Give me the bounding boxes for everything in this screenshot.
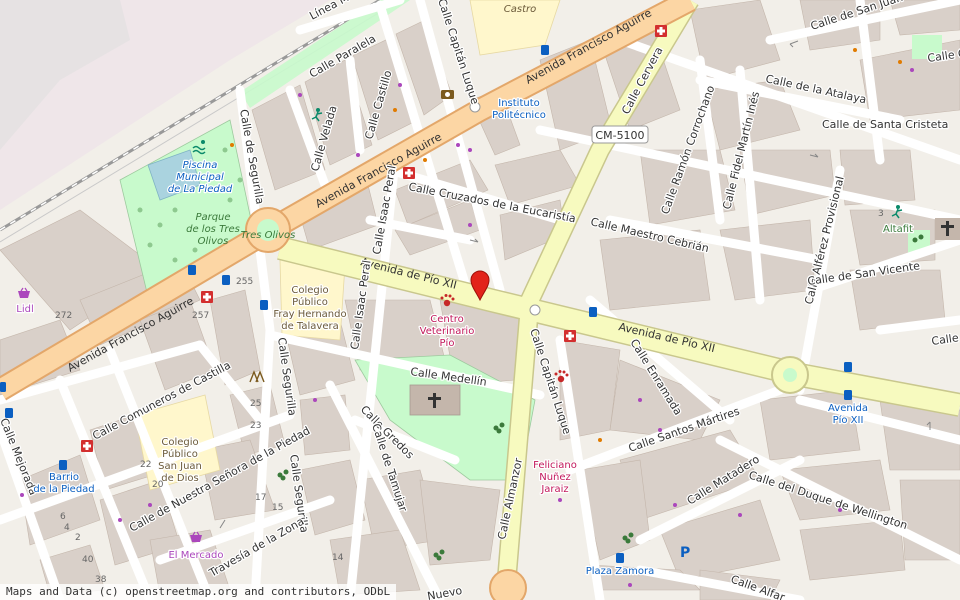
poi-label: Piscina bbox=[183, 160, 218, 171]
poi-label: Centro bbox=[430, 314, 463, 325]
pharmacy-cross-icon[interactable] bbox=[564, 330, 576, 342]
poi-label: Tres Olivos bbox=[241, 230, 296, 241]
house-number: 40 bbox=[82, 555, 94, 565]
poi-label: Feliciano bbox=[533, 460, 577, 471]
poi-label: de Talavera bbox=[281, 321, 338, 332]
poi-label: Altafit bbox=[883, 224, 913, 235]
house-number: 6 bbox=[60, 512, 66, 522]
bus-stop-icon bbox=[188, 265, 196, 275]
roundabout-south bbox=[489, 569, 527, 600]
pharmacy-cross-icon[interactable] bbox=[655, 25, 667, 37]
house-number: 4 bbox=[64, 523, 70, 533]
poi-label: Jaraiz bbox=[540, 484, 568, 495]
house-number: 255 bbox=[236, 277, 253, 287]
bus-stop-icon bbox=[0, 382, 6, 392]
parking-icon[interactable]: P bbox=[680, 545, 690, 561]
poi-label: Castro bbox=[504, 4, 536, 15]
poi-label: de Dios bbox=[161, 473, 199, 484]
bus-stop-icon bbox=[589, 307, 597, 317]
poi-label: Colegio bbox=[161, 437, 198, 448]
poi-label: El Mercado bbox=[168, 550, 223, 561]
house-number: 20 bbox=[152, 480, 164, 490]
poi-label: Pío bbox=[440, 337, 455, 349]
poi-label: Lidl bbox=[16, 304, 33, 315]
bus-stop-icon bbox=[59, 460, 67, 470]
poi-label: de La Piedad bbox=[168, 184, 233, 195]
bus-stop-icon bbox=[5, 408, 13, 418]
house-number: 17 bbox=[255, 493, 266, 503]
pharmacy-cross-icon[interactable] bbox=[81, 440, 93, 452]
house-number: 15 bbox=[272, 503, 283, 513]
poi-label: Instituto bbox=[498, 98, 540, 109]
svg-text:P: P bbox=[680, 545, 690, 561]
poi-label: Barrio bbox=[49, 472, 79, 483]
house-number: 25 bbox=[250, 399, 261, 409]
house-number: 22 bbox=[140, 460, 151, 470]
poi-label: Avenida bbox=[828, 403, 868, 414]
poi-label: Parque bbox=[195, 212, 230, 223]
house-number: 272 bbox=[55, 311, 72, 321]
bus-stop-icon bbox=[541, 45, 549, 55]
poi-label: de los Tres bbox=[186, 224, 240, 235]
map-canvas[interactable]: Línea M Calle Paralela Calle Castillo Ca… bbox=[0, 0, 960, 600]
house-number: 3 bbox=[878, 209, 884, 219]
bus-stop-icon bbox=[222, 275, 230, 285]
poi-label: Veterinario bbox=[420, 326, 475, 337]
poi-label: Municipal bbox=[176, 172, 224, 183]
house-number: 2 bbox=[75, 533, 81, 543]
poi-label: Nuñez bbox=[539, 472, 571, 483]
bus-stop-icon bbox=[844, 362, 852, 372]
poi-label: Politécnico bbox=[492, 109, 546, 121]
poi-label: Pío XII bbox=[833, 414, 864, 426]
pharmacy-cross-icon[interactable] bbox=[201, 291, 213, 303]
poi-label: Público bbox=[292, 296, 328, 308]
house-number: 257 bbox=[192, 311, 209, 321]
bus-stop-icon bbox=[260, 300, 268, 310]
poi-label: de la Piedad bbox=[33, 484, 94, 495]
poi-label: Colegio bbox=[291, 285, 328, 296]
map-attribution[interactable]: Maps and Data (c) openstreetmap.org and … bbox=[0, 584, 397, 600]
house-number: 14 bbox=[332, 553, 344, 563]
road-shield-cm5100: CM-5100 bbox=[591, 125, 649, 144]
poi-label: San Juan bbox=[158, 461, 202, 472]
poi-label: Público bbox=[162, 448, 198, 460]
street-label: Calle de Santa Cristeta bbox=[822, 118, 948, 131]
church-cross-icon bbox=[935, 218, 960, 240]
camera-shop-icon[interactable] bbox=[441, 90, 454, 99]
bus-stop-icon bbox=[844, 390, 852, 400]
house-number: 23 bbox=[250, 421, 261, 431]
poi-label: Olivos bbox=[198, 236, 229, 247]
poi-label: Fray Hernando bbox=[273, 309, 346, 320]
bus-stop-icon bbox=[616, 553, 624, 563]
pharmacy-cross-icon[interactable] bbox=[403, 167, 415, 179]
poi-label: Plaza Zamora bbox=[586, 566, 655, 577]
svg-text:CM-5100: CM-5100 bbox=[595, 129, 644, 142]
